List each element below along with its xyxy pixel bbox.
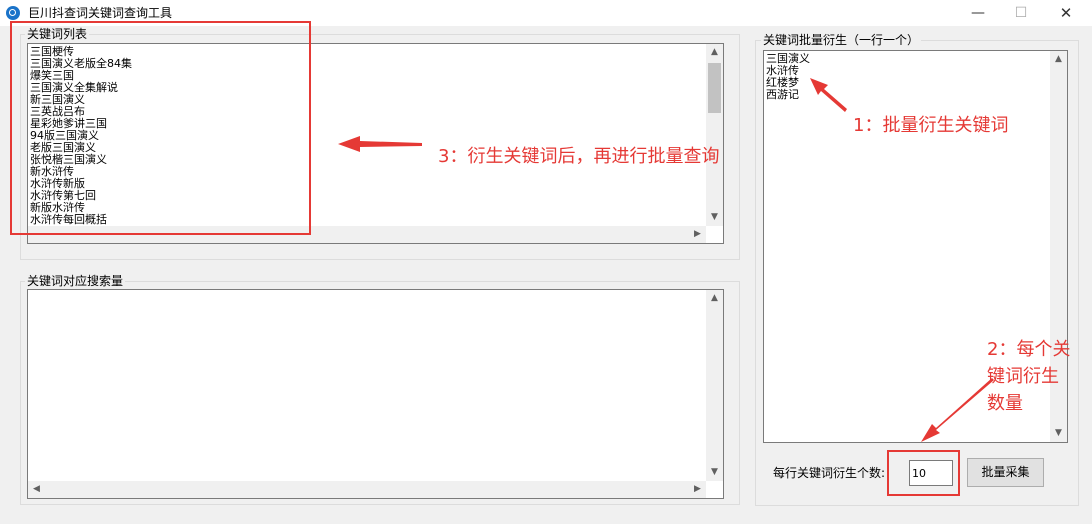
arrow-to-count-input-icon	[921, 378, 994, 442]
arrow-to-batch-derive-icon	[810, 78, 847, 112]
arrow-to-keyword-list-icon	[338, 136, 422, 152]
annotation-note-3: 3：衍生关键词后，再进行批量查询	[438, 146, 720, 167]
annotation-arrows	[338, 78, 994, 442]
annotation-note-2: 2：每个关 键词衍生 数量	[987, 339, 1071, 414]
annotation-note-1: 1：批量衍生关键词	[853, 115, 1009, 136]
